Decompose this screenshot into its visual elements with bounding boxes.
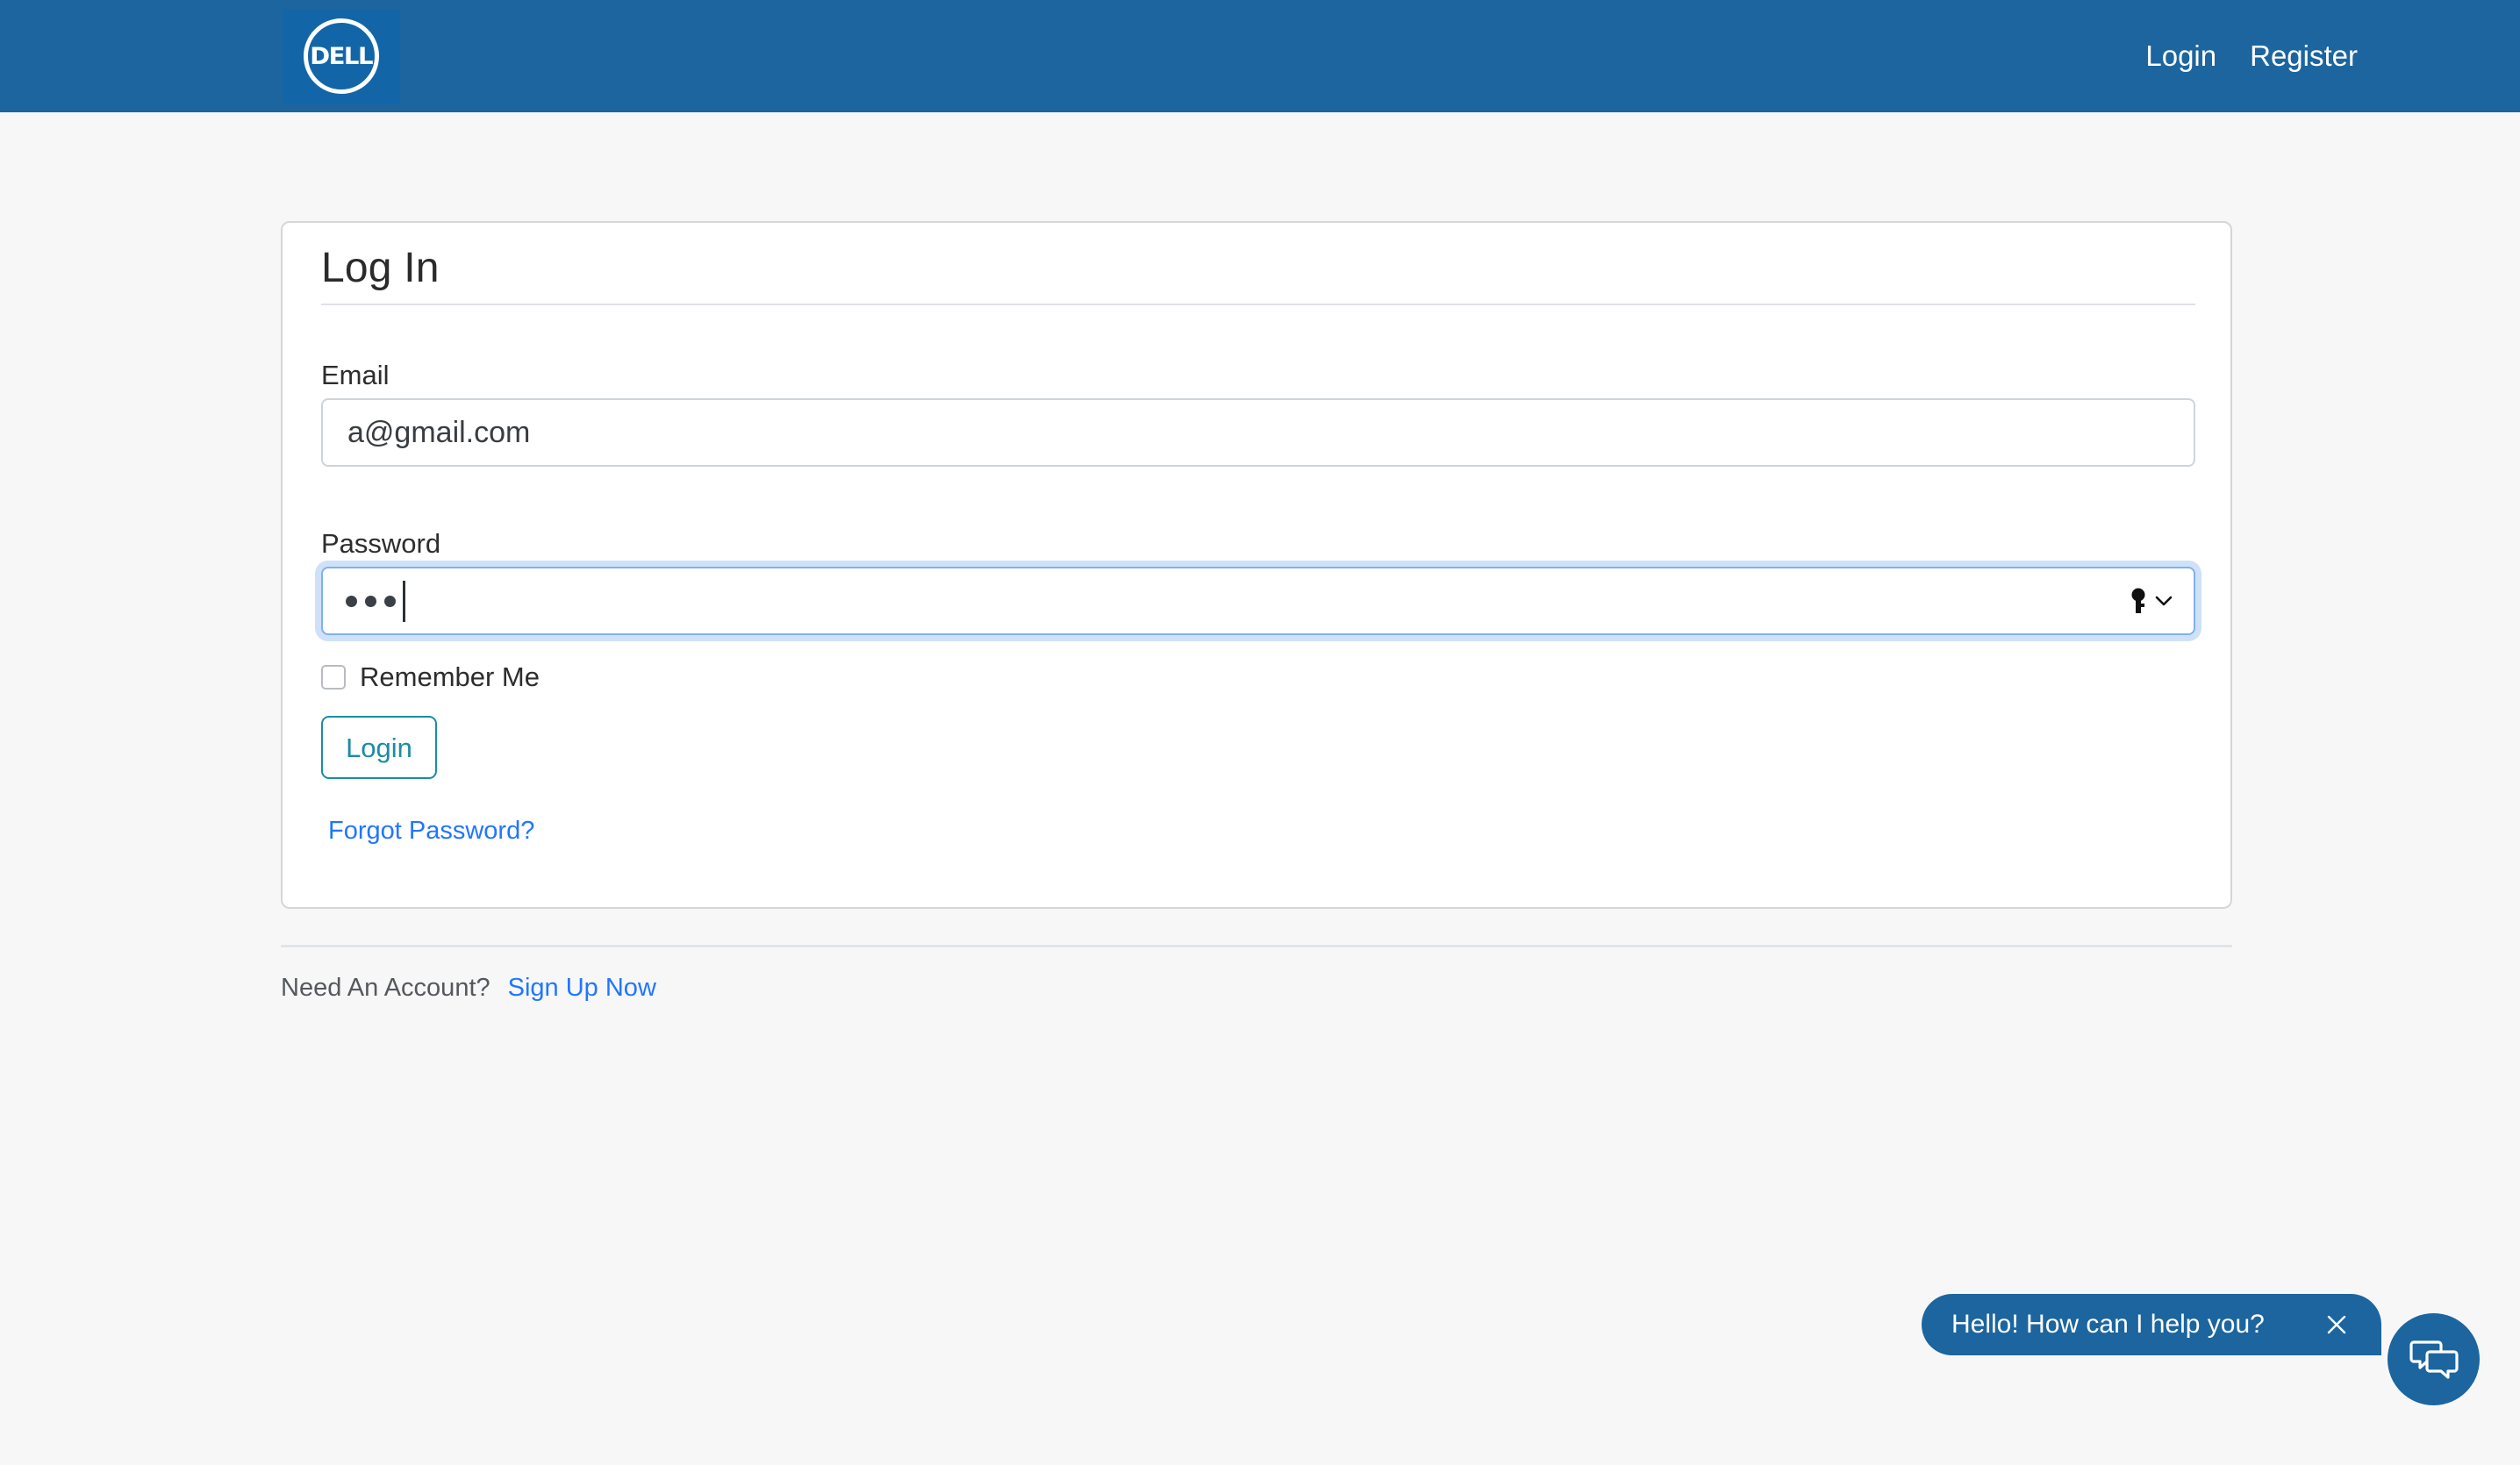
close-glyph	[2327, 1315, 2346, 1334]
nav-links: Login Register	[2145, 0, 2358, 112]
nav-link-register[interactable]: Register	[2250, 39, 2358, 73]
chevron-down-icon	[2155, 596, 2173, 606]
key-glyph	[2131, 588, 2145, 613]
sign-up-link[interactable]: Sign Up Now	[508, 974, 656, 1003]
remember-me-label: Remember Me	[360, 661, 540, 692]
remember-me-row[interactable]: Remember Me	[321, 661, 540, 693]
chat-greeting-bubble: Hello! How can I help you?	[1922, 1294, 2381, 1355]
dell-logo-text: DELL	[310, 42, 374, 70]
dell-logo[interactable]: DELL	[283, 9, 400, 104]
chat-launcher-button[interactable]	[2388, 1313, 2480, 1405]
need-account-text: Need An Account?	[281, 974, 490, 1002]
close-icon[interactable]	[2322, 1310, 2352, 1340]
key-icon[interactable]	[2130, 567, 2173, 635]
remember-me-checkbox[interactable]	[321, 665, 346, 690]
signup-prompt-row: Need An Account? Sign Up Now	[281, 974, 656, 1003]
email-label: Email	[321, 360, 390, 390]
email-input[interactable]	[321, 398, 2195, 467]
password-input[interactable]	[321, 567, 2195, 635]
login-card: Log In Email Password Remember Me Login …	[281, 221, 2232, 909]
nav-link-login[interactable]: Login	[2145, 39, 2216, 73]
login-button[interactable]: Login	[321, 716, 437, 779]
top-navbar: DELL Login Register	[0, 0, 2520, 112]
text-caret	[403, 581, 405, 622]
dell-logo-circle: DELL	[304, 18, 379, 94]
password-field-wrapper	[321, 567, 2195, 635]
forgot-password-link[interactable]: Forgot Password?	[328, 817, 534, 846]
chat-greeting-text: Hello! How can I help you?	[1951, 1310, 2265, 1339]
password-label: Password	[321, 528, 441, 559]
footer-divider	[281, 945, 2232, 947]
page-title: Log In	[321, 245, 440, 291]
card-header-divider	[321, 304, 2195, 305]
chat-bubbles-icon	[2409, 1340, 2459, 1379]
